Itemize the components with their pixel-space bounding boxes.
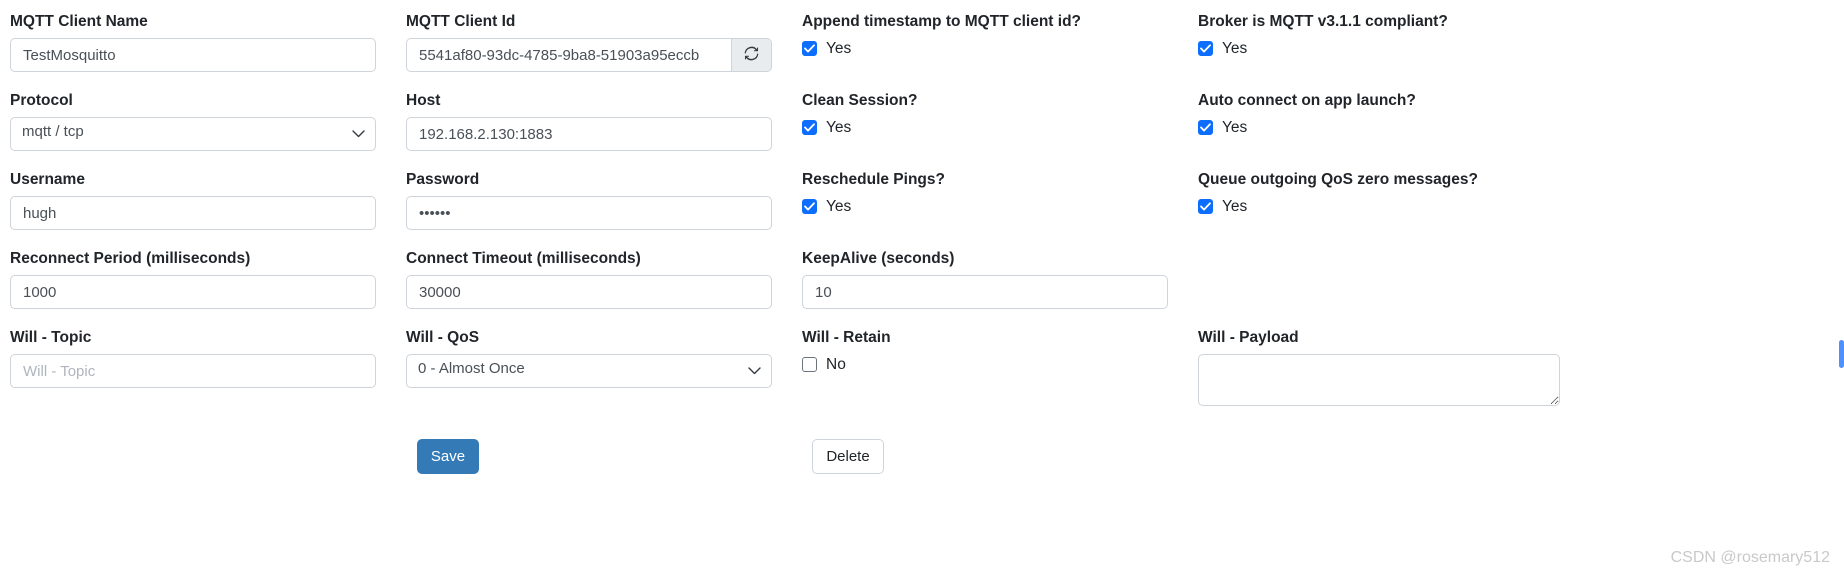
field-host: Host xyxy=(406,91,772,151)
label-connect-timeout: Connect Timeout (milliseconds) xyxy=(406,250,641,267)
auto-connect-checkbox[interactable] xyxy=(1198,119,1213,135)
field-queue-qos-zero: Queue outgoing QoS zero messages? Yes xyxy=(1198,170,1564,216)
label-keepalive: KeepAlive (seconds) xyxy=(802,250,955,267)
username-input[interactable] xyxy=(10,196,376,230)
will-payload-textarea[interactable] xyxy=(1198,354,1560,406)
label-append-timestamp: Append timestamp to MQTT client id? xyxy=(802,13,1081,30)
clean-session-checkbox-row[interactable]: Yes xyxy=(802,117,1168,137)
label-will-retain: Will - Retain xyxy=(802,329,891,346)
field-will-qos: Will - QoS 0 - Almost Once xyxy=(406,328,772,388)
reschedule-pings-checkbox-label: Yes xyxy=(826,197,852,215)
field-keepalive: KeepAlive (seconds) xyxy=(802,249,1168,309)
field-append-timestamp: Append timestamp to MQTT client id? Yes xyxy=(802,12,1168,58)
will-qos-select-wrap: 0 - Almost Once xyxy=(406,354,772,388)
queue-qos-zero-checkbox-label: Yes xyxy=(1222,197,1248,215)
label-protocol: Protocol xyxy=(10,92,73,109)
append-timestamp-checkbox-row[interactable]: Yes xyxy=(802,38,1168,58)
label-host: Host xyxy=(406,92,441,109)
queue-qos-zero-checkbox-row[interactable]: Yes xyxy=(1198,196,1564,216)
reschedule-pings-checkbox-row[interactable]: Yes xyxy=(802,196,1168,216)
label-password: Password xyxy=(406,171,480,188)
field-reschedule-pings: Reschedule Pings? Yes xyxy=(802,170,1168,216)
append-timestamp-checkbox-label: Yes xyxy=(826,39,852,57)
append-timestamp-checkbox[interactable] xyxy=(802,40,817,56)
field-client-id: MQTT Client Id xyxy=(406,12,772,72)
field-connect-timeout: Connect Timeout (milliseconds) xyxy=(406,249,772,309)
field-will-topic: Will - Topic xyxy=(10,328,376,388)
field-broker-compliant: Broker is MQTT v3.1.1 compliant? Yes xyxy=(1198,12,1564,58)
field-password: Password xyxy=(406,170,772,230)
will-retain-checkbox[interactable] xyxy=(802,356,817,372)
will-retain-checkbox-row[interactable]: No xyxy=(802,354,1168,374)
watermark-text: CSDN @rosemary512 xyxy=(1670,549,1830,566)
password-input[interactable] xyxy=(406,196,772,230)
clean-session-checkbox[interactable] xyxy=(802,119,817,135)
client-id-group xyxy=(406,38,772,72)
delete-button[interactable]: Delete xyxy=(812,439,884,474)
label-client-name: MQTT Client Name xyxy=(10,13,148,30)
label-will-topic: Will - Topic xyxy=(10,329,92,346)
reconnect-period-input[interactable] xyxy=(10,275,376,309)
field-reconnect-period: Reconnect Period (milliseconds) xyxy=(10,249,376,309)
label-queue-qos-zero: Queue outgoing QoS zero messages? xyxy=(1198,171,1478,188)
field-client-name: MQTT Client Name xyxy=(10,12,376,72)
auto-connect-checkbox-row[interactable]: Yes xyxy=(1198,117,1564,137)
broker-compliant-checkbox-row[interactable]: Yes xyxy=(1198,38,1564,58)
client-id-input[interactable] xyxy=(406,38,732,72)
refresh-icon xyxy=(743,45,760,65)
label-will-payload: Will - Payload xyxy=(1198,329,1299,346)
scrollbar-thumb[interactable] xyxy=(1839,340,1844,368)
field-will-payload: Will - Payload xyxy=(1198,328,1560,406)
keepalive-input[interactable] xyxy=(802,275,1168,309)
auto-connect-checkbox-label: Yes xyxy=(1222,118,1248,136)
protocol-select[interactable]: mqtt / tcp xyxy=(10,117,376,151)
regenerate-client-id-button[interactable] xyxy=(732,38,772,72)
label-will-qos: Will - QoS xyxy=(406,329,480,346)
clean-session-checkbox-label: Yes xyxy=(826,118,852,136)
mqtt-connection-settings-form: MQTT Client Name Protocol mqtt / tcp Use… xyxy=(0,0,1844,577)
field-auto-connect: Auto connect on app launch? Yes xyxy=(1198,91,1564,137)
queue-qos-zero-checkbox[interactable] xyxy=(1198,198,1213,214)
label-auto-connect: Auto connect on app launch? xyxy=(1198,92,1416,109)
will-topic-input[interactable] xyxy=(10,354,376,388)
field-username: Username xyxy=(10,170,376,230)
field-will-retain: Will - Retain No xyxy=(802,328,1168,374)
broker-compliant-checkbox-label: Yes xyxy=(1222,39,1248,57)
host-input[interactable] xyxy=(406,117,772,151)
broker-compliant-checkbox[interactable] xyxy=(1198,40,1213,56)
label-reschedule-pings: Reschedule Pings? xyxy=(802,171,945,188)
label-broker-compliant: Broker is MQTT v3.1.1 compliant? xyxy=(1198,13,1448,30)
protocol-select-wrap: mqtt / tcp xyxy=(10,117,376,151)
connect-timeout-input[interactable] xyxy=(406,275,772,309)
label-clean-session: Clean Session? xyxy=(802,92,918,109)
client-name-input[interactable] xyxy=(10,38,376,72)
label-reconnect-period: Reconnect Period (milliseconds) xyxy=(10,250,251,267)
reschedule-pings-checkbox[interactable] xyxy=(802,198,817,214)
save-button[interactable]: Save xyxy=(417,439,479,474)
label-client-id: MQTT Client Id xyxy=(406,13,516,30)
label-username: Username xyxy=(10,171,85,188)
field-protocol: Protocol mqtt / tcp xyxy=(10,91,376,151)
field-clean-session: Clean Session? Yes xyxy=(802,91,1168,137)
will-retain-checkbox-label: No xyxy=(826,355,846,373)
will-qos-select[interactable]: 0 - Almost Once xyxy=(406,354,772,388)
